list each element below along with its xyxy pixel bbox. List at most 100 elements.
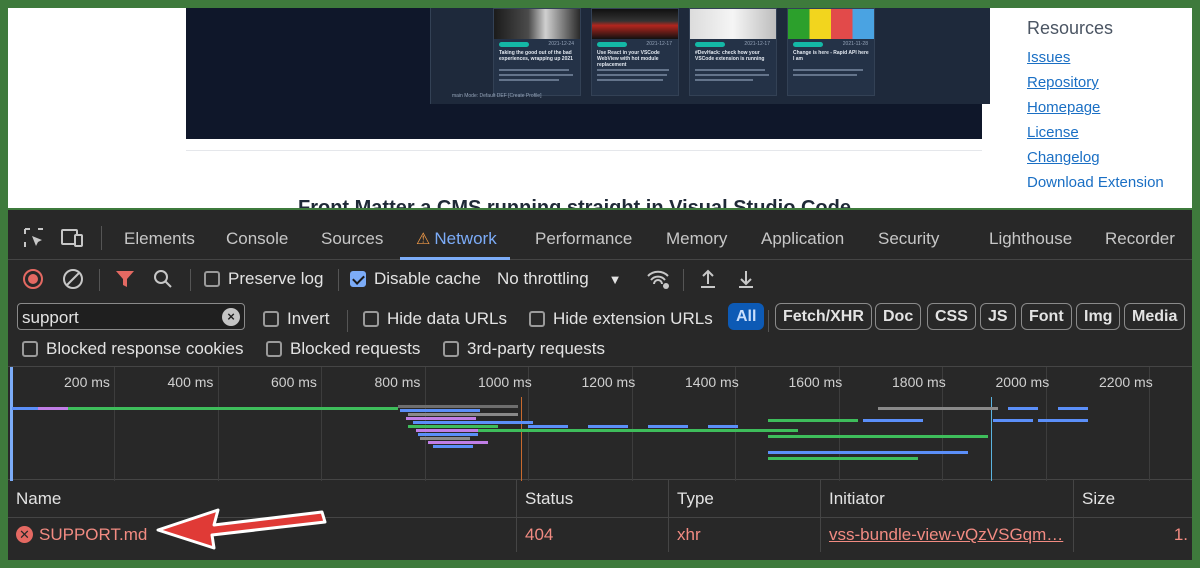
timeline-request-bar [408, 425, 498, 428]
type-filter-js[interactable]: JS [980, 303, 1016, 330]
blocked-response-cookies-checkbox[interactable]: Blocked response cookies [22, 337, 244, 361]
toolbar-separator [99, 269, 100, 291]
timeline-request-bar [408, 413, 518, 416]
divider [186, 150, 982, 151]
record-stop-icon[interactable] [22, 268, 44, 290]
timeline-request-bar [420, 437, 470, 440]
tab-elements[interactable]: Elements [124, 210, 195, 260]
tab-sources[interactable]: Sources [321, 210, 383, 260]
search-icon[interactable] [152, 268, 174, 290]
type-filter-img[interactable]: Img [1076, 303, 1121, 330]
type-filter-doc[interactable]: Doc [875, 303, 922, 330]
type-filter-font[interactable]: Font [1021, 303, 1072, 330]
card-title: Taking the good out of the bad experienc… [499, 50, 573, 62]
cell-name[interactable]: ✕ SUPPORT.md [8, 518, 517, 552]
blocked-requests-checkbox[interactable]: Blocked requests [266, 337, 420, 361]
checkbox-box[interactable] [363, 311, 379, 327]
checkbox-box[interactable] [529, 311, 545, 327]
table-row[interactable]: ✕ SUPPORT.md 404 xhr vss-bundle-view-vQzV… [8, 518, 1192, 552]
network-toolbar: Preserve log Disable cache No throttling… [8, 261, 1192, 297]
disable-cache-checkbox[interactable]: Disable cache [350, 267, 481, 291]
import-har-icon[interactable] [698, 268, 718, 290]
hide-data-urls-checkbox[interactable]: Hide data URLs [363, 307, 507, 331]
column-header-initiator[interactable]: Initiator [821, 480, 1074, 518]
column-header-type[interactable]: Type [669, 480, 821, 518]
checkbox-box[interactable] [350, 271, 366, 287]
column-header-status[interactable]: Status [517, 480, 669, 518]
requests-table: Name Status Type Initiator Size ✕ SUPPORT… [8, 480, 1192, 560]
checkbox-box[interactable] [266, 341, 282, 357]
link-repository[interactable]: Repository [1027, 70, 1187, 95]
network-conditions-icon[interactable] [646, 268, 670, 290]
hide-extension-urls-checkbox[interactable]: Hide extension URLs [529, 307, 713, 331]
clear-icon[interactable] [62, 268, 84, 290]
tab-console[interactable]: Console [226, 210, 288, 260]
tab-performance[interactable]: Performance [535, 210, 632, 260]
timeline-request-bar [413, 421, 533, 424]
invert-checkbox[interactable]: Invert [263, 307, 330, 331]
clear-filter-icon[interactable]: × [222, 308, 240, 326]
tab-recorder[interactable]: Recorder [1105, 210, 1175, 260]
timeline-selection-handle[interactable] [10, 367, 13, 481]
timeline-request-bar [38, 407, 68, 410]
timeline-tick-label: 1200 ms [581, 374, 636, 390]
timeline-request-bar [418, 433, 478, 436]
type-filter-fetch-xhr[interactable]: Fetch/XHR [775, 303, 872, 330]
filter-separator [768, 310, 769, 332]
timeline-tick-label: 600 ms [271, 374, 317, 390]
article-card: 2021-12-24 Taking the good out of the ba… [493, 8, 581, 96]
warning-icon: ⚠ [416, 231, 431, 248]
link-issues[interactable]: Issues [1027, 45, 1187, 70]
cell-initiator-link[interactable]: vss-bundle-view-vQzVSGqm… [821, 518, 1074, 552]
filter-icon[interactable] [114, 268, 136, 290]
timeline-request-bar [768, 435, 988, 438]
throttling-select[interactable]: No throttling ▼ [497, 267, 622, 291]
hide-extension-urls-label: Hide extension URLs [553, 309, 713, 328]
hide-data-urls-label: Hide data URLs [387, 309, 508, 328]
timeline-request-bar [398, 405, 518, 408]
checkbox-box[interactable] [22, 341, 38, 357]
tab-memory[interactable]: Memory [666, 210, 727, 260]
tab-security[interactable]: Security [878, 210, 939, 260]
timeline-request-bar [1058, 407, 1088, 410]
filter-separator [347, 310, 348, 332]
checkbox-box[interactable] [263, 311, 279, 327]
request-name: SUPPORT.md [39, 525, 148, 544]
resources-panel: Resources Issues Repository Homepage Lic… [1027, 18, 1187, 195]
timeline-request-bar [428, 441, 488, 444]
timeline-tick-label: 2200 ms [1099, 374, 1153, 390]
type-filter-css[interactable]: CSS [927, 303, 976, 330]
filter-input[interactable]: support × [17, 303, 245, 330]
column-header-name[interactable]: Name [8, 480, 517, 518]
cell-status: 404 [517, 518, 669, 552]
blocked-requests-label: Blocked requests [290, 339, 421, 358]
network-overview-timeline[interactable]: 200 ms 400 ms 600 ms 800 ms 1000 ms 1200 ms 14… [8, 366, 1192, 481]
checkbox-box[interactable] [443, 341, 459, 357]
link-homepage[interactable]: Homepage [1027, 95, 1187, 120]
preserve-log-checkbox[interactable]: Preserve log [204, 267, 323, 291]
type-filter-all[interactable]: All [728, 303, 765, 330]
export-har-icon[interactable] [736, 268, 756, 290]
link-license[interactable]: License [1027, 120, 1187, 145]
type-filter-media[interactable]: Media [1124, 303, 1186, 330]
column-header-size[interactable]: Size [1074, 480, 1192, 518]
toolbar-separator [683, 269, 684, 291]
tab-lighthouse[interactable]: Lighthouse [989, 210, 1072, 260]
timeline-tick-label: 1600 ms [788, 374, 843, 390]
tab-network[interactable]: ⚠ Network [416, 210, 497, 260]
tab-application[interactable]: Application [761, 210, 844, 260]
third-party-label: 3rd-party requests [467, 339, 605, 358]
device-toolbar-icon[interactable] [60, 226, 84, 250]
checkbox-box[interactable] [204, 271, 220, 287]
card-title: Use React in your VSCode WebView with ho… [597, 50, 660, 68]
link-download-extension[interactable]: Download Extension [1027, 170, 1187, 195]
third-party-requests-checkbox[interactable]: 3rd-party requests [443, 337, 605, 361]
card-title: #DevHack: check how your VSCode extensio… [695, 50, 765, 62]
table-header: Name Status Type Initiator Size [8, 480, 1192, 518]
link-changelog[interactable]: Changelog [1027, 145, 1187, 170]
timeline-request-bar [708, 425, 738, 428]
invert-label: Invert [287, 309, 330, 328]
timeline-tick-label: 1800 ms [892, 374, 946, 390]
inspect-element-icon[interactable] [22, 226, 46, 250]
blocked-cookies-label: Blocked response cookies [46, 339, 244, 358]
